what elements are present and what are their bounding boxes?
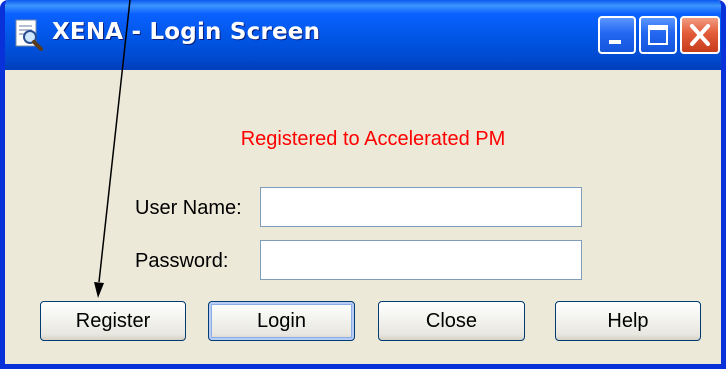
maximize-button[interactable] — [639, 16, 677, 54]
help-button[interactable]: Help — [555, 301, 701, 341]
close-window-button[interactable] — [680, 16, 720, 54]
password-label: Password: — [135, 250, 229, 272]
app-magnifier-icon — [14, 18, 44, 52]
login-window: XENA - Login Screen Registered to Accele… — [0, 0, 726, 369]
registration-notice: Registered to Accelerated PM — [240, 128, 506, 150]
password-input[interactable] — [260, 240, 582, 280]
title-bar[interactable]: XENA - Login Screen — [5, 0, 721, 70]
close-button[interactable]: Close — [378, 301, 525, 341]
window-title: XENA - Login Screen — [52, 19, 321, 45]
register-button[interactable]: Register — [40, 301, 186, 341]
minimize-button[interactable] — [598, 16, 636, 54]
close-icon — [690, 24, 710, 46]
user-name-input[interactable] — [260, 187, 582, 227]
minimize-icon — [609, 40, 621, 44]
login-button[interactable]: Login — [208, 301, 355, 341]
user-name-label: User Name: — [135, 197, 242, 219]
maximize-icon — [648, 25, 668, 45]
